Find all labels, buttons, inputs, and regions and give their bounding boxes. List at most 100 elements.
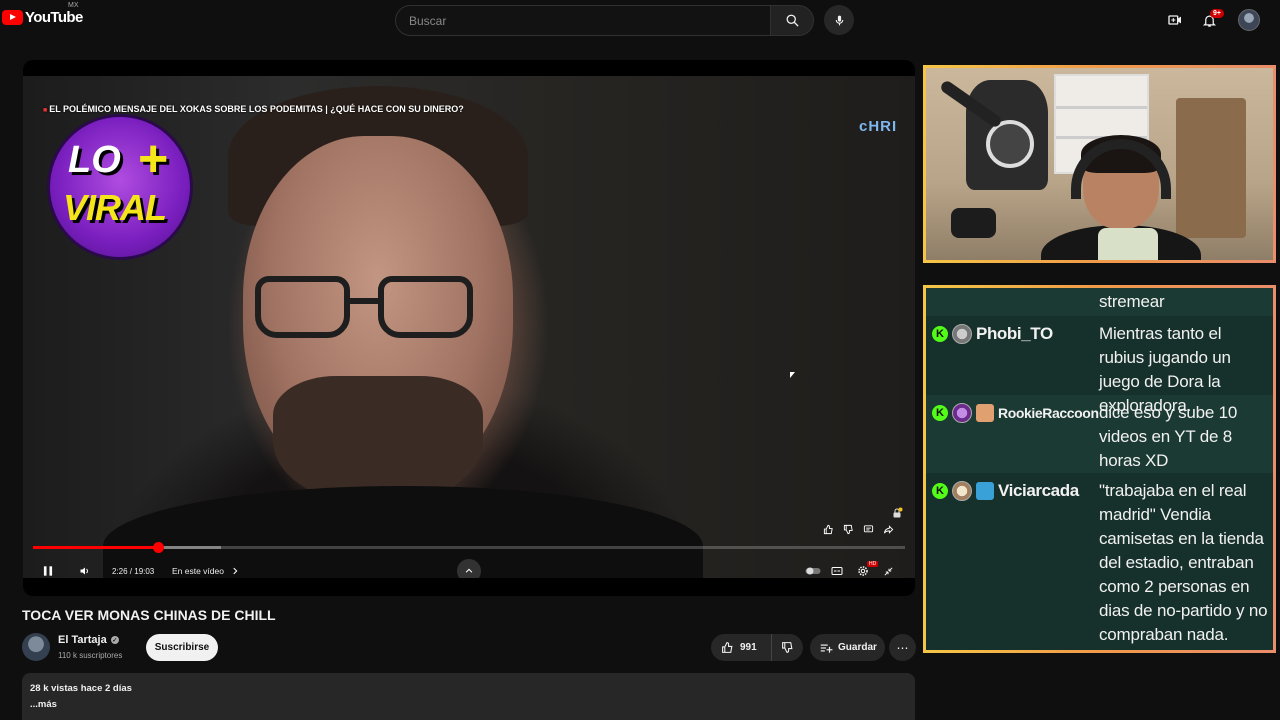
chat-user: K RookieRaccoon: [932, 403, 1099, 423]
microphone-icon: [835, 15, 843, 25]
corner-watermark-text: cHRI: [859, 118, 898, 135]
progress-bar[interactable]: [33, 542, 905, 553]
search-input[interactable]: [396, 6, 770, 35]
user-badge-icon: [976, 482, 994, 500]
chat-message: K Viciarcada "trabajaba en el real madri…: [926, 473, 1273, 650]
glasses-left-lens: [255, 276, 350, 338]
chat-user: K Phobi_TO: [932, 324, 1053, 344]
channel-avatar[interactable]: [22, 633, 50, 661]
subtitles-button[interactable]: [831, 561, 843, 578]
webcam-jacket: [966, 80, 1048, 190]
comment-icon: [863, 524, 873, 532]
channel-name: El Tartaja: [58, 634, 107, 646]
subtitles-icon: [831, 567, 843, 575]
chat-message-text: "trabajaba en el real madrid" Vendia cam…: [1099, 481, 1268, 644]
save-button[interactable]: Guardar: [810, 634, 885, 661]
logo-text: YouTube: [25, 9, 83, 26]
webcam-cup: [1098, 228, 1158, 260]
streamer-webcam: [923, 65, 1276, 263]
chapter-label: En este vídeo: [172, 566, 224, 576]
account-avatar[interactable]: [1238, 9, 1260, 31]
mute-button[interactable]: [79, 561, 91, 578]
save-label: Guardar: [838, 642, 877, 653]
chat-username: Phobi_TO: [976, 324, 1053, 343]
video-player[interactable]: EL POLÉMICO MENSAJE DEL XOKAS SOBRE LOS …: [23, 60, 915, 596]
autoplay-toggle[interactable]: [805, 561, 821, 578]
chat-message: K Phobi_TO Mientras tanto el rubius juga…: [926, 316, 1273, 415]
user-avatar: [952, 403, 972, 423]
like-button[interactable]: 991: [711, 634, 772, 661]
verified-icon: ✓: [110, 636, 119, 644]
channel-name-link[interactable]: El Tartaja ✓: [58, 634, 119, 646]
thumbs-down-icon: [782, 642, 793, 653]
chapters-button[interactable]: En este vídeo: [172, 561, 240, 578]
show-more-link[interactable]: ...más: [30, 699, 907, 710]
view-count-and-date: 28 k vistas hace 2 días: [30, 683, 132, 694]
chevron-up-icon: [465, 568, 473, 573]
chat-user: K Viciarcada: [932, 481, 1079, 501]
time-display: 2:26 / 19:03: [112, 566, 155, 576]
stream-chat: stremear K Phobi_TO Mientras tanto el ru…: [923, 285, 1276, 653]
exit-fullscreen-button[interactable]: [883, 561, 894, 578]
kick-badge-icon: K: [932, 326, 948, 342]
overlay-share-button[interactable]: [881, 522, 895, 536]
player-controls: 2:26 / 19:03 En este vídeo HD: [23, 556, 915, 578]
search-icon: [786, 14, 799, 27]
chat-message: K RookieRaccoon dice eso y sube 10 video…: [926, 395, 1273, 473]
subscriber-count: 110 k suscriptores: [58, 651, 123, 660]
user-avatar: [952, 324, 972, 344]
thumbs-up-icon: [823, 524, 833, 534]
mouse-cursor-icon: [790, 372, 795, 378]
create-button[interactable]: [1165, 10, 1185, 30]
overlay-like-button[interactable]: [821, 522, 835, 536]
thumbs-up-icon: [722, 642, 733, 653]
more-horizontal-icon: ⋯: [896, 640, 909, 655]
more-actions-button[interactable]: ⋯: [889, 634, 916, 661]
lo-viral-badge: LO + VIRAL: [47, 114, 193, 260]
like-count: 991: [740, 642, 757, 653]
voice-search-button[interactable]: [824, 5, 854, 35]
youtube-logo[interactable]: YouTube: [2, 9, 83, 26]
pause-icon: [43, 566, 53, 576]
volume-icon: [80, 567, 88, 575]
expand-button[interactable]: [457, 559, 481, 578]
toggle-icon: [805, 567, 821, 575]
playlist-add-icon: [820, 644, 833, 653]
overlay-dislike-button[interactable]: [841, 522, 855, 536]
pause-button[interactable]: [41, 561, 55, 578]
collapse-icon: [884, 567, 893, 575]
subscribe-button[interactable]: Suscribirse: [146, 634, 218, 661]
notification-badge: 9+: [1210, 9, 1224, 18]
chat-message: stremear: [926, 288, 1273, 316]
raccoon-emote-icon: [976, 404, 994, 422]
description-box[interactable]: 28 k vistas hace 2 días ...más: [22, 673, 915, 720]
video-title: TOCA VER MONAS CHINAS DE CHILL: [22, 607, 276, 623]
country-code: MX: [68, 2, 79, 9]
like-dislike-group: 991: [711, 634, 803, 661]
overlay-comments-button[interactable]: [861, 522, 875, 536]
progress-scrubber-handle[interactable]: [152, 542, 164, 553]
lock-icon[interactable]: [891, 506, 903, 518]
webcam-cat-tree: [1176, 98, 1246, 238]
masthead: YouTube MX 9+: [0, 0, 1280, 40]
glasses-right-lens: [378, 276, 473, 338]
chat-message-text: dice eso y sube 10 videos en YT de 8 hor…: [1099, 403, 1238, 470]
dislike-button[interactable]: [772, 634, 803, 661]
overlay-action-bar: [821, 522, 895, 536]
chevron-right-icon: [233, 567, 238, 575]
search-button[interactable]: [770, 5, 814, 36]
thumbs-down-icon: [843, 524, 853, 534]
video-frame[interactable]: EL POLÉMICO MENSAJE DEL XOKAS SOBRE LOS …: [23, 76, 915, 578]
chat-username: Viciarcada: [998, 481, 1079, 500]
chat-message-text: stremear: [1099, 292, 1165, 311]
hd-badge: HD: [867, 561, 879, 567]
search-box: [395, 5, 771, 36]
chat-username: RookieRaccoon: [998, 405, 1099, 421]
kick-badge-icon: K: [932, 405, 948, 421]
share-icon: [883, 524, 893, 534]
badge-plus-text: +: [138, 130, 169, 188]
youtube-play-icon: [2, 10, 23, 25]
webcam-microphone: [951, 208, 996, 238]
user-avatar: [952, 481, 972, 501]
badge-viral-text: VIRAL: [63, 187, 167, 228]
